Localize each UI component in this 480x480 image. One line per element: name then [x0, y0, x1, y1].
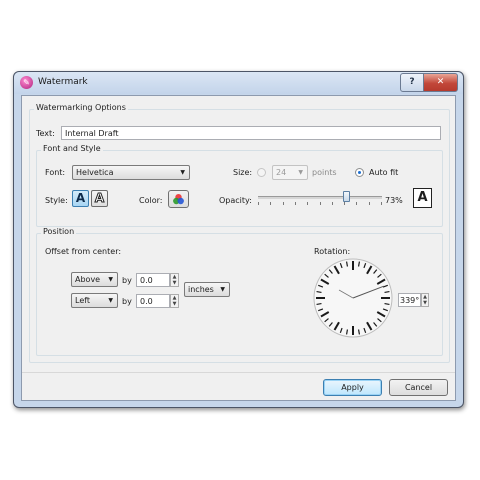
chevron-down-icon: ▼: [220, 286, 225, 293]
style-label: Style:: [45, 196, 68, 205]
vertical-align-value: Above: [75, 275, 101, 284]
dialog-client-area: Watermarking Options Text: Internal Draf…: [21, 95, 456, 401]
opacity-value: 73%: [385, 196, 403, 205]
chevron-down-icon: ▼: [298, 169, 303, 176]
dial-tick: [384, 302, 390, 306]
text-label: Text:: [36, 129, 55, 138]
dial-tick: [316, 290, 322, 294]
opacity-label: Opacity:: [219, 196, 252, 205]
dial-tick: [357, 261, 361, 267]
opacity-tick: [344, 202, 345, 205]
title-bar[interactable]: ✎ Watermark ? ✕: [14, 72, 463, 94]
font-select[interactable]: Helvetica ▼: [72, 165, 190, 180]
offset-from-center-label: Offset from center:: [45, 247, 122, 256]
watermark-preview: A: [413, 188, 432, 208]
vertical-by-label: by: [122, 276, 132, 285]
style-outline-button[interactable]: A: [91, 190, 108, 207]
dialog-window: ✎ Watermark ? ✕ Watermarking Options Tex…: [13, 71, 464, 408]
autofit-radio[interactable]: [355, 168, 364, 177]
dial-tick: [345, 261, 349, 267]
color-picker-button[interactable]: [168, 190, 189, 208]
font-select-value: Helvetica: [76, 168, 114, 177]
help-button[interactable]: ?: [400, 73, 424, 92]
vertical-align-select[interactable]: Above ▼: [71, 272, 118, 287]
opacity-tick: [381, 202, 382, 205]
horizontal-align-select[interactable]: Left ▼: [71, 293, 118, 308]
opacity-tick: [356, 202, 357, 205]
style-filled-button[interactable]: A: [72, 190, 89, 207]
opacity-tick: [270, 202, 271, 205]
dial-tick: [357, 329, 361, 335]
text-input[interactable]: Internal Draft: [61, 126, 441, 140]
size-radio[interactable]: [257, 168, 266, 177]
dial-tick: [345, 329, 349, 335]
chevron-down-icon: ▼: [108, 297, 113, 304]
size-label: Size:: [233, 168, 253, 177]
size-select[interactable]: 24 ▼: [272, 165, 308, 180]
opacity-slider-thumb[interactable]: [343, 191, 350, 202]
size-unit-label: points: [312, 168, 337, 177]
opacity-tick: [320, 202, 321, 205]
color-wheel-icon: [173, 194, 184, 205]
rotation-input[interactable]: 339°: [398, 293, 421, 307]
app-icon: ✎: [20, 76, 33, 89]
rotation-label: Rotation:: [314, 247, 351, 256]
vertical-offset-stepper[interactable]: ▲ ▼: [170, 273, 179, 287]
position-label: Position: [41, 227, 77, 236]
horizontal-offset-input[interactable]: 0.0: [136, 294, 170, 308]
button-bar-divider: [22, 372, 455, 373]
dial-tick: [316, 302, 322, 306]
size-select-value: 24: [276, 168, 287, 177]
opacity-slider-ticks: [258, 202, 382, 206]
window-title: Watermark: [38, 77, 88, 87]
units-value: inches: [188, 285, 214, 294]
opacity-tick: [369, 202, 370, 205]
color-label: Color:: [139, 196, 163, 205]
rotation-stepper[interactable]: ▲ ▼: [421, 293, 429, 307]
watermarking-options-label: Watermarking Options: [34, 103, 128, 112]
opacity-tick: [258, 202, 259, 205]
horizontal-align-value: Left: [75, 296, 91, 305]
close-button[interactable]: ✕: [423, 73, 458, 92]
dial-tick: [384, 290, 390, 294]
style-toggle-group: A A: [72, 190, 110, 207]
horizontal-offset-stepper[interactable]: ▲ ▼: [170, 294, 179, 308]
opacity-tick: [295, 202, 296, 205]
chevron-down-icon: ▼: [180, 169, 185, 176]
font-label: Font:: [45, 168, 66, 177]
units-select[interactable]: inches ▼: [184, 282, 230, 297]
rotation-dial-graphic: [313, 258, 393, 338]
apply-button[interactable]: Apply: [323, 379, 382, 396]
chevron-down-icon: ▼: [108, 276, 113, 283]
cancel-button[interactable]: Cancel: [389, 379, 448, 396]
rotation-dial[interactable]: [312, 257, 394, 339]
font-style-label: Font and Style: [41, 144, 103, 153]
autofit-label: Auto fit: [369, 168, 399, 177]
horizontal-by-label: by: [122, 297, 132, 306]
opacity-slider[interactable]: [258, 189, 382, 209]
opacity-slider-track: [258, 196, 382, 199]
opacity-tick: [307, 202, 308, 205]
opacity-tick: [283, 202, 284, 205]
vertical-offset-input[interactable]: 0.0: [136, 273, 170, 287]
opacity-tick: [332, 202, 333, 205]
